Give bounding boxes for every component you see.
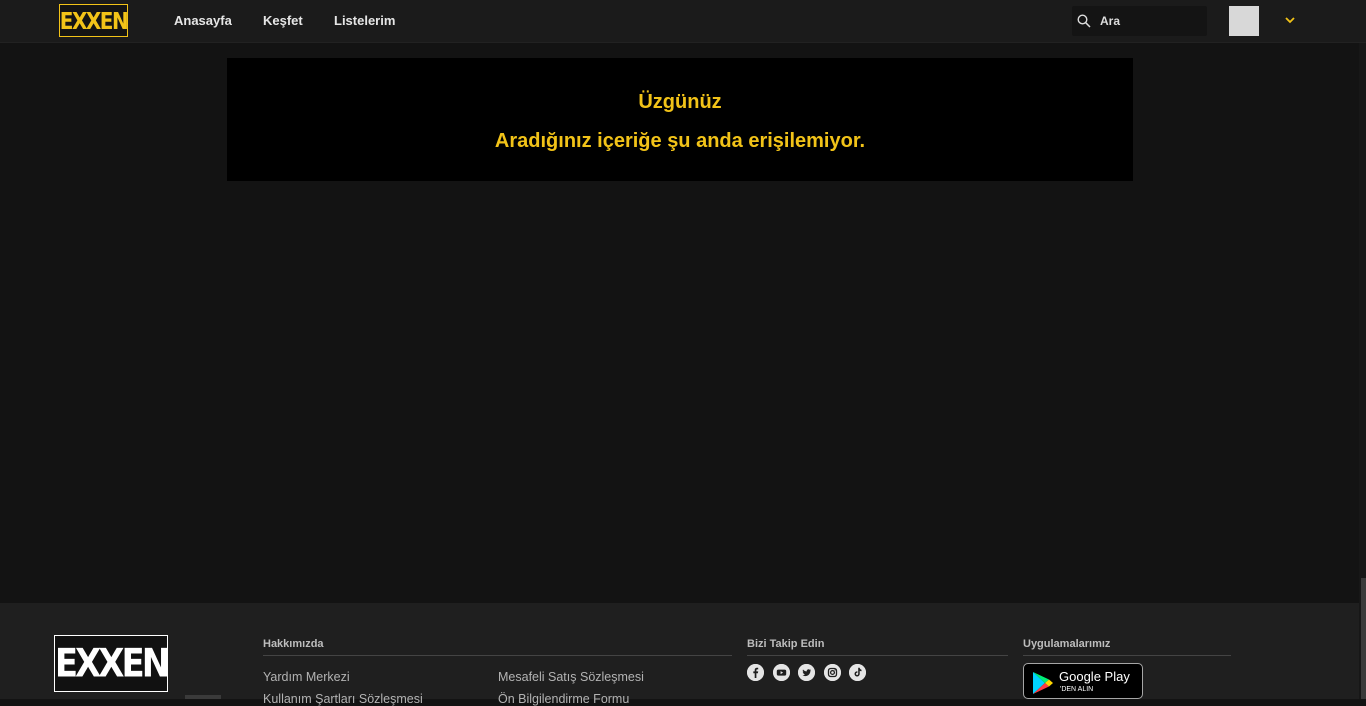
footer-divider [185,695,221,699]
search-icon [1077,14,1091,28]
about-divider [263,655,732,656]
footer-logo[interactable]: EXXEN [54,635,170,692]
link-kullanim-sartlari[interactable]: Kullanım Şartları Sözleşmesi [263,692,423,706]
follow-heading: Bizi Takip Edin [747,638,825,650]
scrollbar-thumb[interactable] [1361,578,1366,699]
nav-anasayfa[interactable]: Anasayfa [174,13,232,28]
nav-kesfet[interactable]: Keşfet [263,13,303,28]
exxen-logo[interactable]: EXXEN [59,4,129,37]
google-play-title: Google Play [1059,669,1130,684]
instagram-icon[interactable] [824,664,841,681]
google-play-subtitle: 'DEN ALIN [1060,686,1094,693]
tiktok-icon[interactable] [849,664,866,681]
link-yardim-merkezi[interactable]: Yardım Merkezi [263,670,350,684]
message-title: Üzgünüz [638,91,722,113]
avatar[interactable] [1229,6,1259,36]
top-navbar: EXXEN Anasayfa Keşfet Listelerim [0,0,1366,43]
apps-divider [1023,655,1231,656]
footer: EXXEN Hakkımızda Yardım Merkezi Kullanım… [0,603,1359,706]
chevron-down-icon[interactable] [1284,14,1296,26]
facebook-icon[interactable] [747,664,764,681]
link-mesafeli-satis[interactable]: Mesafeli Satış Sözleşmesi [498,670,644,684]
link-on-bilgilendirme[interactable]: Ön Bilgilendirme Formu [498,692,629,706]
logo-text: EXXEN [59,6,129,35]
nav-listelerim[interactable]: Listelerim [334,13,395,28]
unavailable-message-panel: Üzgünüz Aradığınız içeriğe şu anda erişi… [227,58,1133,181]
search-input[interactable] [1098,13,1198,29]
search-box[interactable] [1072,6,1207,36]
apps-heading: Uygulamalarımız [1023,638,1111,650]
footer-logo-text: EXXEN [54,640,170,687]
google-play-icon [1033,672,1053,694]
message-text: Aradığınız içeriğe şu anda erişilemiyor. [494,130,866,152]
follow-divider [747,655,1008,656]
google-play-badge[interactable]: Google Play 'DEN ALIN [1023,663,1143,699]
youtube-icon[interactable] [773,664,790,681]
about-heading: Hakkımızda [263,638,324,650]
twitter-icon[interactable] [798,664,815,681]
